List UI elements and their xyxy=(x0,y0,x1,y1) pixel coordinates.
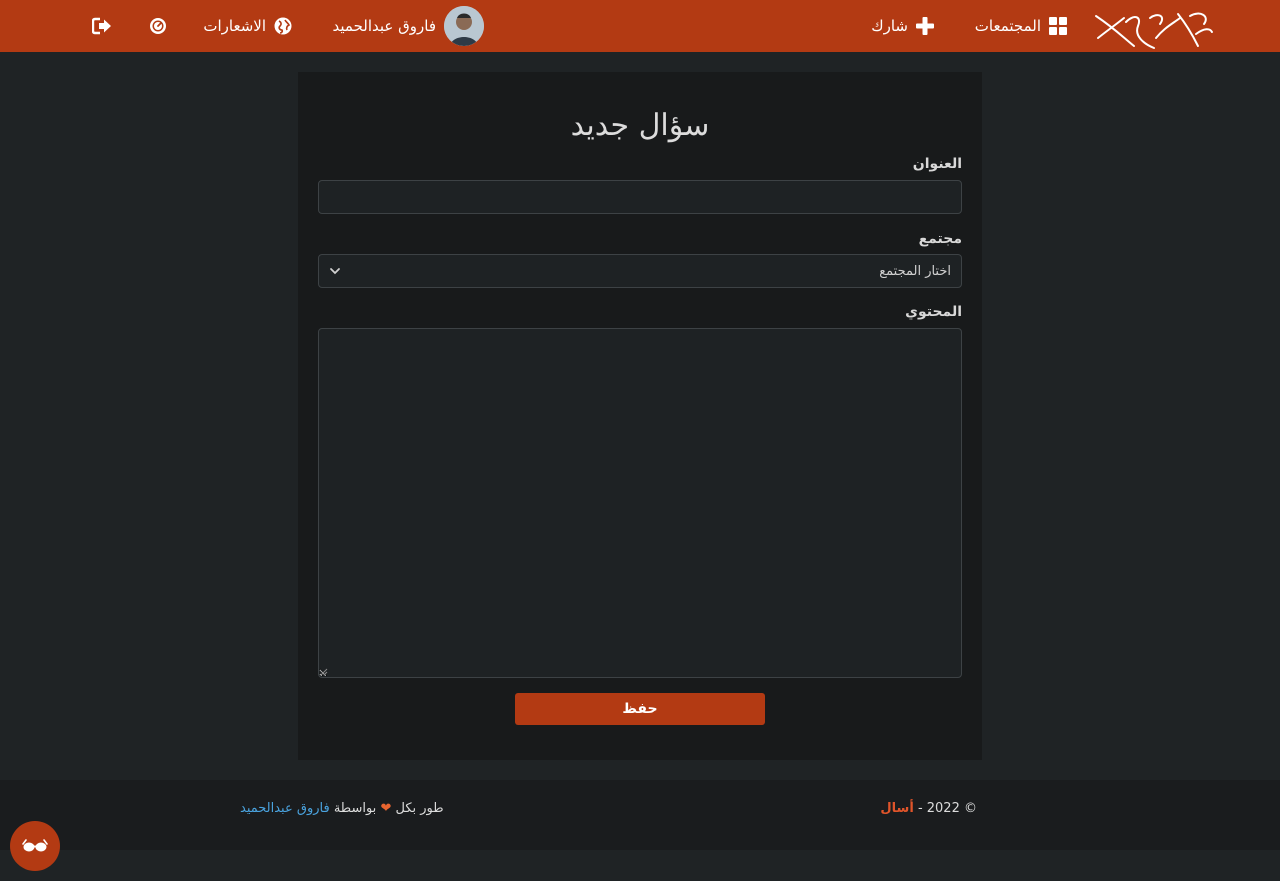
footer-credits: طور بكل ❤ بواسطة فاروق عبدالحميد xyxy=(240,801,460,816)
chevron-down-icon xyxy=(330,268,340,275)
nav-user-name: فاروق عبدالحميد xyxy=(332,17,436,35)
content-textarea[interactable] xyxy=(318,328,962,678)
nav-notifications-link[interactable]: الاشعارات xyxy=(196,0,292,52)
plus-icon xyxy=(916,17,934,35)
resize-handle-icon[interactable] xyxy=(320,668,328,676)
grid-icon xyxy=(1049,17,1067,35)
nav-share-link[interactable]: شارك xyxy=(868,0,934,52)
footer xyxy=(0,780,1280,850)
community-label: مجتمع xyxy=(918,231,962,247)
heart-icon: ❤ xyxy=(380,801,392,816)
nav-communities-label: المجتمعات xyxy=(974,17,1041,35)
gauge-icon xyxy=(150,18,166,34)
nav-logout-link[interactable] xyxy=(90,0,114,52)
logout-icon xyxy=(92,17,111,35)
footer-made-with: طور بكل xyxy=(395,801,444,816)
globe-icon xyxy=(274,17,292,35)
page-title: سؤال جديد xyxy=(570,108,710,143)
floating-glasses-button[interactable] xyxy=(10,821,60,871)
content-label: المحتوي xyxy=(905,304,962,320)
nav-dashboard-link[interactable] xyxy=(147,0,169,52)
top-navbar: المجتمعات شارك فاروق عبدالحميد الاشعارات xyxy=(0,0,1280,52)
save-button[interactable]: حفظ xyxy=(515,693,765,725)
title-label: العنوان xyxy=(912,156,962,172)
footer-by: بواسطة xyxy=(333,801,377,816)
nav-notifications-label: الاشعارات xyxy=(203,17,266,35)
nav-user-profile[interactable]: فاروق عبدالحميد xyxy=(320,0,484,52)
avatar xyxy=(444,6,484,46)
developer-link[interactable]: فاروق عبدالحميد xyxy=(240,801,330,816)
community-select-value: اختار المجتمع xyxy=(879,263,951,279)
user-photo-icon xyxy=(444,6,484,46)
community-select[interactable]: اختار المجتمع xyxy=(318,254,962,288)
title-input[interactable] xyxy=(318,180,962,214)
site-logo[interactable] xyxy=(1094,8,1214,50)
nav-share-label: شارك xyxy=(871,17,908,35)
glasses-icon xyxy=(22,839,48,852)
nav-communities-link[interactable]: المجتمعات xyxy=(963,0,1067,52)
copyright-text: © 2022 - xyxy=(917,801,977,816)
brand-link[interactable]: أسال xyxy=(880,801,913,816)
footer-copyright: © 2022 - أسال xyxy=(880,801,977,816)
